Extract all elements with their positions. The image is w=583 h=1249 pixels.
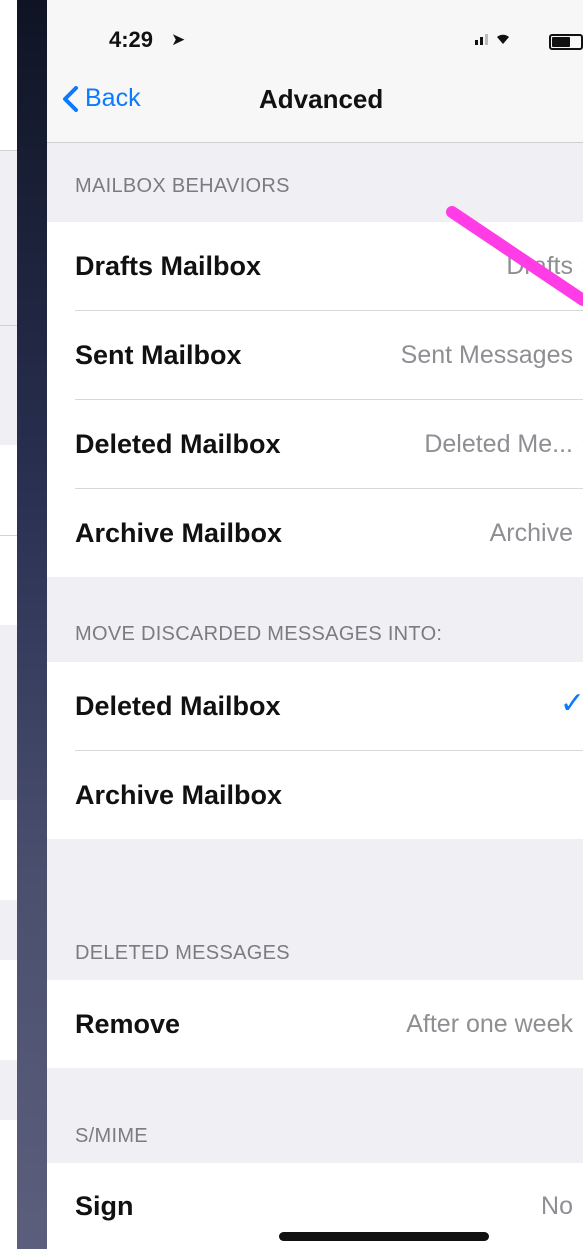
section-header-move-discarded: MOVE DISCARDED MESSAGES INTO: [75,623,443,645]
row-value: Deleted Me... [424,429,573,458]
back-label: Back [85,84,141,112]
background-divider [0,150,17,151]
row-drafts-mailbox[interactable]: Drafts Mailbox Drafts › [47,222,583,310]
battery-icon [549,34,583,50]
row-label: Remove [75,1008,181,1039]
background-band [0,0,17,150]
move-discarded-group: Deleted Mailbox ✓ Archive Mailbox [47,662,583,839]
row-archive-mailbox[interactable]: Archive Mailbox Archive › [47,489,583,577]
row-remove[interactable]: Remove After one week › [47,980,583,1068]
section-header-smime: S/MIME [75,1125,148,1147]
row-option-deleted-mailbox[interactable]: Deleted Mailbox ✓ [47,662,583,750]
deleted-messages-group: Remove After one week › [47,980,583,1068]
section-header-mailbox-behaviors: MAILBOX BEHAVIORS [75,175,290,197]
signal-icon [475,34,509,45]
row-label: Deleted Mailbox [75,428,281,459]
row-value: Drafts [506,251,573,280]
status-time: 4:29 [109,27,154,52]
row-label: Deleted Mailbox [75,690,281,721]
row-value: Sent Messages [400,340,573,369]
row-label: Sign [75,1190,134,1221]
background-phone-edge [0,0,17,1249]
signal-wifi-icons [475,30,531,49]
background-divider [0,535,17,536]
row-label: Archive Mailbox [75,517,283,548]
home-indicator[interactable] [279,1232,489,1241]
mailbox-behaviors-group: Drafts Mailbox Drafts › Sent Mailbox Sen… [47,222,583,577]
row-value: Archive [489,518,573,547]
back-button[interactable]: Back [61,84,141,113]
section-header-deleted-messages: DELETED MESSAGES [75,942,290,964]
background-band [0,800,17,900]
row-value: After one week [406,1009,573,1038]
row-sent-mailbox[interactable]: Sent Mailbox Sent Messages › [47,311,583,399]
checkmark-icon: ✓ [559,687,583,720]
row-label: Drafts Mailbox [75,250,262,281]
background-divider [0,325,17,326]
row-option-archive-mailbox[interactable]: Archive Mailbox [47,751,583,839]
phone-screen: 4:29 ➤ Back Advanced MAILBOX BEHAVIORS D… [47,0,583,1249]
row-label: Archive Mailbox [75,779,283,810]
row-value: No [541,1191,573,1220]
location-arrow-icon: ➤ [171,30,186,49]
page-title: Advanced [259,84,384,114]
navigation-bar: Back Advanced [47,60,583,143]
background-band [0,1120,17,1249]
status-bar: 4:29 ➤ [47,0,583,60]
background-band [0,960,17,1060]
row-label: Sent Mailbox [75,339,242,370]
row-deleted-mailbox[interactable]: Deleted Mailbox Deleted Me... › [47,400,583,488]
chevron-left-icon [63,85,78,112]
